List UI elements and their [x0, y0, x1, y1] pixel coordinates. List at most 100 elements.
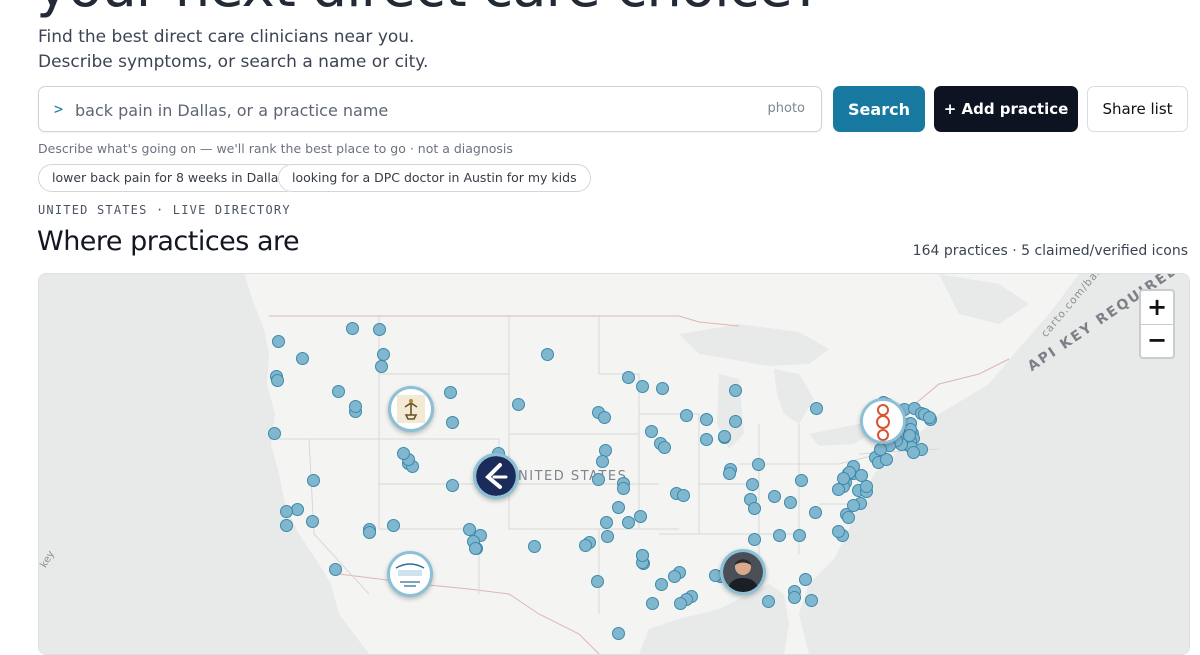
practice-marker[interactable] — [592, 473, 605, 486]
practice-marker[interactable] — [375, 360, 388, 373]
practice-marker[interactable] — [768, 490, 781, 503]
practice-marker[interactable] — [809, 506, 822, 519]
practice-marker[interactable] — [598, 411, 611, 424]
practice-marker[interactable] — [799, 573, 812, 586]
practice-marker[interactable] — [680, 409, 693, 422]
practice-marker[interactable] — [634, 510, 647, 523]
practice-marker[interactable] — [752, 458, 765, 471]
practice-marker[interactable] — [612, 627, 625, 640]
search-button[interactable]: Search — [833, 86, 925, 132]
doctor-portrait-avatar[interactable] — [720, 549, 766, 595]
practice-marker[interactable] — [306, 515, 319, 528]
practice-marker[interactable] — [280, 519, 293, 532]
practice-marker[interactable] — [746, 478, 759, 491]
practice-marker[interactable] — [723, 467, 736, 480]
zoom-control: + − — [1139, 289, 1175, 359]
practice-marker[interactable] — [646, 597, 659, 610]
practice-marker[interactable] — [842, 511, 855, 524]
prompt-chevron-icon: > — [54, 100, 64, 118]
practice-marker[interactable] — [793, 529, 806, 542]
practice-marker[interactable] — [773, 529, 786, 542]
practice-marker[interactable] — [291, 503, 304, 516]
practice-marker[interactable] — [377, 348, 390, 361]
example-query-chip[interactable]: looking for a DPC doctor in Austin for m… — [278, 164, 591, 192]
practice-marker[interactable] — [784, 496, 797, 509]
practice-marker[interactable] — [903, 429, 916, 442]
practice-marker[interactable] — [346, 322, 359, 335]
zoom-in-button[interactable]: + — [1141, 291, 1173, 325]
practice-marker[interactable] — [363, 526, 376, 539]
practice-marker[interactable] — [700, 433, 713, 446]
practice-marker[interactable] — [600, 516, 613, 529]
practice-marker[interactable] — [446, 479, 459, 492]
practice-marker[interactable] — [373, 323, 386, 336]
practice-marker[interactable] — [718, 430, 731, 443]
clinic-seal-logo-icon[interactable] — [387, 551, 433, 597]
practice-marker[interactable] — [729, 384, 742, 397]
practice-marker[interactable] — [860, 480, 873, 493]
practice-marker[interactable] — [271, 374, 284, 387]
practice-marker[interactable] — [805, 594, 818, 607]
practice-marker[interactable] — [656, 382, 669, 395]
practice-marker[interactable] — [762, 595, 775, 608]
practice-marker[interactable] — [748, 502, 761, 515]
search-box[interactable]: > photo — [38, 86, 822, 132]
practice-marker[interactable] — [579, 539, 592, 552]
practice-marker[interactable] — [617, 482, 630, 495]
practice-marker[interactable] — [729, 415, 742, 428]
practice-marker[interactable] — [612, 501, 625, 514]
practice-marker[interactable] — [837, 472, 850, 485]
practice-marker[interactable] — [591, 575, 604, 588]
practice-marker[interactable] — [907, 446, 920, 459]
practice-marker[interactable] — [923, 411, 936, 424]
practice-marker[interactable] — [748, 533, 761, 546]
practice-marker[interactable] — [272, 335, 285, 348]
practice-marker[interactable] — [677, 489, 690, 502]
practice-marker[interactable] — [795, 474, 808, 487]
practice-marker[interactable] — [788, 591, 801, 604]
practice-marker[interactable] — [636, 380, 649, 393]
practice-marker[interactable] — [658, 441, 671, 454]
practice-marker[interactable] — [397, 447, 410, 460]
practice-marker[interactable] — [636, 549, 649, 562]
practice-marker[interactable] — [512, 398, 525, 411]
add-practice-button[interactable]: + Add practice — [934, 86, 1078, 132]
practice-marker[interactable] — [446, 416, 459, 429]
practice-marker[interactable] — [874, 443, 887, 456]
figure-rings-logo-icon[interactable] — [860, 398, 906, 444]
practice-marker[interactable] — [700, 413, 713, 426]
practice-marker[interactable] — [349, 400, 362, 413]
practice-marker[interactable] — [528, 540, 541, 553]
practice-marker[interactable] — [622, 516, 635, 529]
search-input[interactable] — [73, 96, 717, 124]
practice-marker[interactable] — [655, 578, 668, 591]
practice-marker[interactable] — [469, 542, 482, 555]
zoom-out-button[interactable]: − — [1141, 324, 1173, 357]
share-list-button[interactable]: Share list — [1087, 86, 1188, 132]
lightning-arrow-logo-icon[interactable] — [473, 453, 519, 499]
practice-marker[interactable] — [444, 386, 457, 399]
practice-marker[interactable] — [280, 505, 293, 518]
practice-marker[interactable] — [601, 530, 614, 543]
practice-marker[interactable] — [668, 570, 681, 583]
practice-marker[interactable] — [622, 371, 635, 384]
section-title: Where practices are — [37, 226, 300, 257]
practice-marker[interactable] — [674, 597, 687, 610]
practice-marker[interactable] — [332, 385, 345, 398]
example-query-chip[interactable]: lower back pain for 8 weeks in Dallas — [38, 164, 299, 192]
practice-marker[interactable] — [596, 455, 609, 468]
practice-marker[interactable] — [307, 474, 320, 487]
practice-marker[interactable] — [268, 427, 281, 440]
practice-marker[interactable] — [645, 425, 658, 438]
practice-marker[interactable] — [810, 402, 823, 415]
practice-marker[interactable] — [329, 563, 342, 576]
photo-upload-button[interactable]: photo — [768, 101, 806, 116]
practice-map[interactable]: UNITED STATES API KEY REQUIRED carto.com… — [38, 273, 1190, 655]
hero-title: your next direct care choice? — [36, 0, 822, 16]
practice-marker[interactable] — [296, 352, 309, 365]
practice-marker[interactable] — [387, 519, 400, 532]
lamp-of-knowledge-logo-icon[interactable] — [388, 386, 434, 432]
practice-marker[interactable] — [541, 348, 554, 361]
practice-count: 164 practices · 5 claimed/verified icons — [912, 243, 1188, 259]
practice-marker[interactable] — [832, 525, 845, 538]
